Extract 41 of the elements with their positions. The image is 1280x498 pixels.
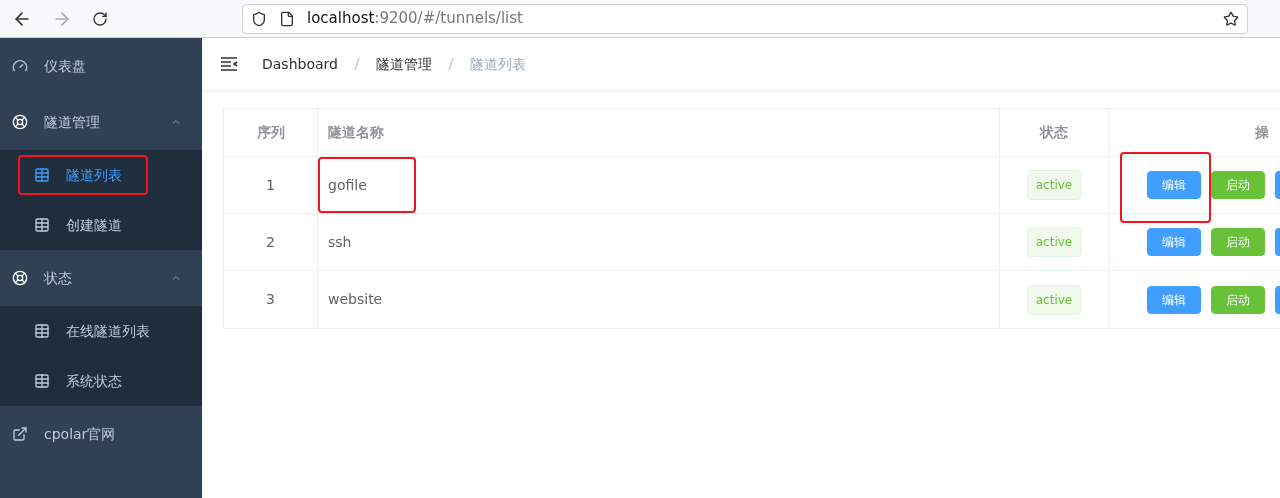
gauge-icon [12, 58, 28, 74]
sidebar-item[interactable]: 系统状态 [18, 361, 148, 401]
table-cell: 3 [224, 271, 318, 328]
sidebar-item[interactable]: 创建隧道 [18, 205, 148, 245]
sidebar-item[interactable]: cpolar官网 [0, 406, 202, 462]
breadcrumb-item[interactable]: Dashboard [262, 53, 338, 75]
column-header: 状态 [1000, 109, 1109, 156]
column-header: 序列 [224, 109, 318, 156]
sidebar-group-header[interactable]: 状态 [0, 250, 202, 306]
sidebar-group-header[interactable]: 隧道管理 [0, 94, 202, 150]
breadcrumb-separator [353, 57, 360, 71]
lifebuoy-icon [12, 114, 28, 130]
status-tag: active [1026, 284, 1082, 315]
page-icon [279, 10, 295, 27]
sidebar-item[interactable]: 在线隧道列表 [18, 311, 176, 351]
breadcrumb-item[interactable]: 隧道管理 [375, 53, 432, 75]
table-cell-text: website [327, 290, 384, 309]
grid-icon [34, 373, 50, 389]
reload-icon[interactable] [92, 10, 108, 27]
table-cell: 1 [224, 157, 318, 213]
grid-icon [34, 217, 50, 233]
breadcrumb-separator [447, 57, 454, 71]
table-cell: 2 [224, 214, 318, 270]
status-tag: active [1026, 227, 1082, 257]
status-tag: active [1026, 170, 1082, 200]
breadcrumb-item: 隧道列表 [469, 54, 526, 74]
grid-icon [34, 167, 50, 183]
url-text: localhost:9200/#/tunnels/list [307, 8, 523, 30]
table-cell: gofile [318, 157, 416, 213]
sidebar-item[interactable]: 隧道列表 [18, 155, 148, 195]
shield-icon[interactable] [251, 10, 267, 27]
menu-icon[interactable] [220, 57, 238, 71]
grid-icon [34, 323, 50, 339]
sidebar-item[interactable]: 仪表盘 [0, 38, 202, 94]
bookmark-star-icon[interactable] [1223, 10, 1239, 27]
table-cell-text: ssh [327, 232, 353, 252]
lifebuoy-icon [12, 270, 28, 286]
column-header: 操 [1254, 123, 1270, 142]
column-header: 隧道名称 [318, 109, 1000, 156]
address-bar[interactable]: localhost:9200/#/tunnels/list [242, 3, 1248, 34]
external-link-icon [12, 426, 28, 442]
